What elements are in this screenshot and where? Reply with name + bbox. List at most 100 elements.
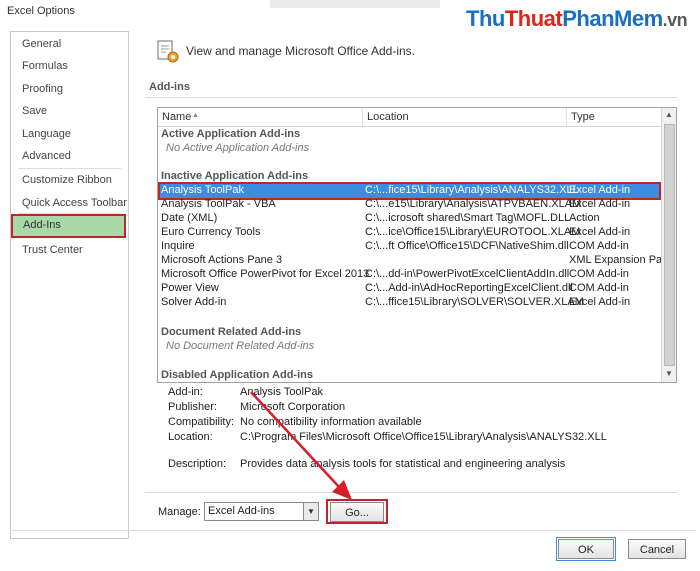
column-header-location-label: Location	[367, 111, 409, 123]
table-row[interactable]: Solver Add-in C:\...ffice15\Library\SOLV…	[158, 296, 661, 310]
row-location: C:\...Add-in\AdHocReportingExcelClient.d…	[365, 282, 573, 294]
detail-publisher-value: Microsoft Corporation	[240, 401, 346, 413]
sidebar-item-label: Language	[22, 128, 71, 140]
addins-gear-page-icon	[155, 39, 181, 65]
row-name: Euro Currency Tools	[161, 226, 261, 238]
table-row[interactable]: Analysis ToolPak C:\...fice15\Library\An…	[158, 184, 661, 198]
group-empty-document: No Document Related Add-ins	[166, 340, 315, 352]
group-header-disabled: Disabled Application Add-ins	[161, 369, 313, 381]
row-type: Excel Add-in	[569, 184, 631, 196]
ok-button-focus-outline	[556, 537, 616, 561]
sidebar-item-quick-access-toolbar[interactable]: Quick Access Toolbar	[22, 193, 132, 213]
title-bar-strip	[270, 0, 440, 8]
row-type: Action	[569, 212, 600, 224]
list-scrollbar[interactable]: ▲ ▼	[661, 108, 676, 382]
sidebar-item-label: Trust Center	[22, 244, 83, 256]
row-type: Excel Add-in	[569, 296, 631, 308]
sidebar-item-formulas[interactable]: Formulas	[22, 56, 132, 76]
detail-description-value: Provides data analysis tools for statist…	[240, 458, 566, 470]
page-title: View and manage Microsoft Office Add-ins…	[186, 44, 416, 58]
table-row[interactable]: Power View C:\...Add-in\AdHocReportingEx…	[158, 282, 661, 296]
group-header-inactive: Inactive Application Add-ins	[161, 170, 309, 182]
watermark-part4: .vn	[662, 10, 688, 30]
column-header-location[interactable]: Location	[363, 108, 567, 127]
row-name: Analysis ToolPak	[161, 184, 244, 196]
sidebar-item-save[interactable]: Save	[22, 101, 132, 121]
row-name: Inquire	[161, 240, 195, 252]
row-location: C:\...fice15\Library\Analysis\ANALYS32.X…	[365, 184, 579, 196]
row-name: Date (XML)	[161, 212, 218, 224]
sidebar-item-label: Advanced	[22, 150, 71, 162]
detail-publisher-label: Publisher:	[168, 401, 217, 413]
row-location: C:\...dd-in\PowerPivotExcelClientAddIn.d…	[365, 268, 570, 280]
detail-compatibility-value: No compatibility information available	[240, 416, 422, 428]
row-type: Excel Add-in	[569, 198, 631, 210]
column-header-name[interactable]: Name ▲	[158, 108, 363, 127]
cancel-button[interactable]: Cancel	[628, 539, 686, 559]
manage-label: Manage:	[158, 506, 201, 518]
watermark-logo: ThuThuatPhanMem.vn	[466, 6, 688, 32]
group-header-active: Active Application Add-ins	[161, 128, 301, 140]
section-title: Add-ins	[149, 81, 190, 93]
row-type: COM Add-in	[569, 268, 629, 280]
row-type: XML Expansion Pack	[569, 254, 674, 266]
detail-location-label: Location:	[168, 431, 213, 443]
row-location: C:\...ice\Office15\Library\EUROTOOL.XLAM	[365, 226, 581, 238]
column-header-type[interactable]: Type	[567, 108, 662, 127]
table-row[interactable]: Euro Currency Tools C:\...ice\Office15\L…	[158, 226, 661, 240]
table-row[interactable]: Microsoft Actions Pane 3 XML Expansion P…	[158, 254, 673, 268]
section-divider	[145, 97, 677, 98]
sidebar-item-general[interactable]: General	[22, 34, 132, 54]
table-row[interactable]: Inquire C:\...ft Office\Office15\DCF\Nat…	[158, 240, 661, 254]
sidebar-item-label: Formulas	[22, 60, 68, 72]
table-row[interactable]: Analysis ToolPak - VBA C:\...e15\Library…	[158, 198, 661, 212]
watermark-part3: PhanMem	[562, 6, 663, 31]
window-title: Excel Options	[7, 5, 75, 17]
row-name: Solver Add-in	[161, 296, 227, 308]
addins-list[interactable]: Name ▲ Location Type Active Application …	[157, 107, 677, 383]
sidebar-item-add-ins[interactable]: Add-Ins	[23, 219, 61, 231]
sidebar-item-proofing[interactable]: Proofing	[22, 79, 132, 99]
detail-location-value: C:\Program Files\Microsoft Office\Office…	[240, 431, 607, 443]
row-location: C:\...icrosoft shared\Smart Tag\MOFL.DLL	[365, 212, 571, 224]
watermark-part1: Thu	[466, 6, 505, 31]
row-location: C:\...e15\Library\Analysis\ATPVBAEN.XLAM	[365, 198, 582, 210]
group-header-document: Document Related Add-ins	[161, 326, 302, 338]
sidebar-item-language[interactable]: Language	[22, 124, 132, 144]
manage-dropdown[interactable]: Excel Add-ins ▼	[204, 502, 319, 521]
sidebar-item-label: Proofing	[22, 83, 63, 95]
scroll-up-icon[interactable]: ▲	[662, 108, 676, 122]
scroll-thumb[interactable]	[664, 124, 675, 366]
sidebar-item-trust-center[interactable]: Trust Center	[22, 240, 132, 260]
watermark-part2: Thuat	[504, 6, 563, 31]
detail-description-label: Description:	[168, 458, 227, 470]
row-location: C:\...ft Office\Office15\DCF\NativeShim.…	[365, 240, 569, 252]
row-type: COM Add-in	[569, 282, 629, 294]
sidebar-divider	[18, 168, 121, 169]
manage-dropdown-value: Excel Add-ins	[208, 505, 275, 517]
table-row[interactable]: Microsoft Office PowerPivot for Excel 20…	[158, 268, 661, 282]
sidebar-item-customize-ribbon[interactable]: Customize Ribbon	[22, 170, 132, 190]
sidebar-item-label: Customize Ribbon	[22, 174, 112, 186]
sidebar-item-label: General	[22, 38, 62, 50]
sort-ascending-icon: ▲	[192, 112, 199, 119]
sidebar-divider	[18, 213, 121, 214]
detail-addin-label: Add-in:	[168, 386, 203, 398]
table-row[interactable]: Date (XML) C:\...icrosoft shared\Smart T…	[158, 212, 661, 226]
detail-addin-value: Analysis ToolPak	[240, 386, 323, 398]
go-button-highlight-outline	[326, 499, 388, 524]
row-name: Microsoft Office PowerPivot for Excel 20…	[161, 268, 370, 280]
manage-divider	[145, 492, 677, 493]
scroll-down-icon[interactable]: ▼	[662, 367, 676, 381]
footer-divider	[10, 530, 696, 531]
sidebar-item-label: Quick Access Toolbar	[22, 197, 127, 209]
row-name: Microsoft Actions Pane 3	[161, 254, 283, 266]
row-name: Analysis ToolPak - VBA	[161, 198, 276, 210]
column-header-name-label: Name	[162, 111, 192, 123]
column-header-type-label: Type	[571, 111, 595, 123]
row-type: COM Add-in	[569, 240, 629, 252]
chevron-down-icon[interactable]: ▼	[303, 503, 318, 520]
sidebar-item-advanced[interactable]: Advanced	[22, 146, 132, 166]
row-type: Excel Add-in	[569, 226, 631, 238]
group-empty-active: No Active Application Add-ins	[166, 142, 310, 154]
